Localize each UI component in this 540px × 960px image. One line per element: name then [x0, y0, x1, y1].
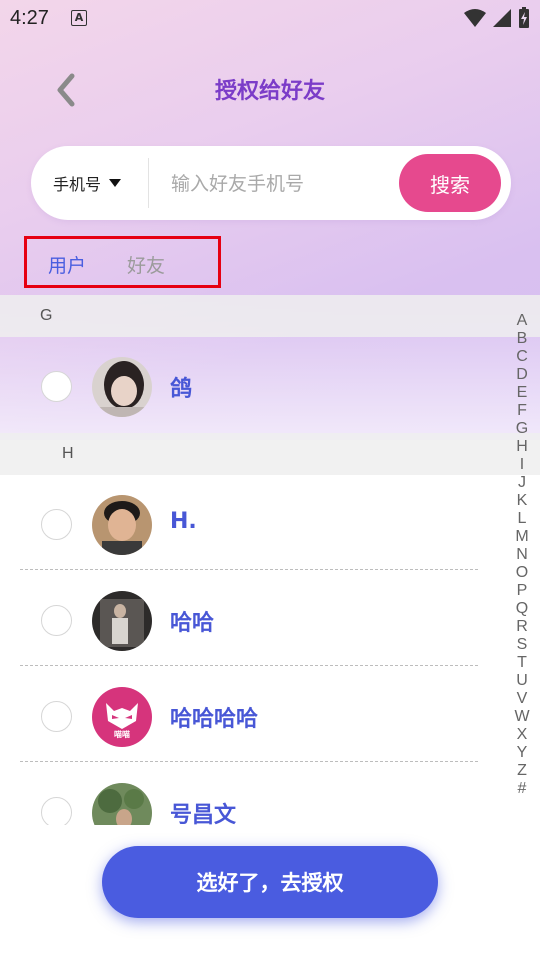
search-bar: 手机号 搜索 [31, 146, 511, 220]
list-item[interactable]: 号昌文 [0, 763, 540, 825]
select-radio[interactable] [41, 509, 72, 540]
tab-users[interactable]: 用户 [48, 251, 86, 278]
alphabet-index-bar[interactable]: A B C D E F G H I J K L M N O P Q R S T U V W X Y Z # [510, 312, 534, 798]
avatar-badge-text: 喵喵 [114, 730, 130, 739]
wifi-icon [464, 9, 486, 27]
index-letter-k[interactable]: K [517, 492, 528, 510]
index-letter-z[interactable]: Z [517, 762, 527, 780]
index-letter-u[interactable]: U [516, 672, 528, 690]
tab-friends[interactable]: 好友 [127, 251, 165, 278]
index-letter-g[interactable]: G [516, 420, 528, 438]
list-item[interactable]: 喵喵 哈哈哈哈 [0, 667, 540, 763]
index-letter-q[interactable]: Q [516, 600, 528, 618]
app-notification-icon: A [71, 10, 87, 26]
avatar [92, 591, 152, 651]
index-letter-r[interactable]: R [516, 618, 528, 636]
select-radio[interactable] [41, 701, 72, 732]
contact-name: H. [170, 509, 197, 534]
index-letter-w[interactable]: W [514, 708, 529, 726]
index-letter-y[interactable]: Y [517, 744, 528, 762]
index-letter-f[interactable]: F [517, 402, 527, 420]
row-divider [20, 761, 478, 762]
index-letter-i[interactable]: I [520, 456, 524, 474]
phone-search-input[interactable] [171, 166, 391, 202]
index-letter-t[interactable]: T [517, 654, 527, 672]
index-letter-j[interactable]: J [518, 474, 526, 492]
index-letter-d[interactable]: D [516, 366, 528, 384]
section-letter: G [40, 307, 53, 324]
index-letter-b[interactable]: B [517, 330, 528, 348]
status-time: 4:27 [10, 7, 49, 29]
list-item[interactable]: 哈哈 [0, 571, 540, 667]
section-header-h: H [0, 433, 540, 475]
select-radio[interactable] [41, 605, 72, 636]
contact-list[interactable]: G 鸽 H H. 哈哈 喵喵 哈哈哈哈 号昌文 [0, 295, 540, 825]
contact-name: 哈哈 [170, 611, 215, 636]
avatar [92, 495, 152, 555]
status-icons [464, 7, 530, 29]
index-letter-v[interactable]: V [517, 690, 528, 708]
select-radio[interactable] [41, 797, 72, 825]
list-item[interactable]: 鸽 [0, 337, 540, 433]
index-letter-hash[interactable]: # [518, 780, 527, 798]
index-letter-l[interactable]: L [518, 510, 527, 528]
index-letter-n[interactable]: N [516, 546, 528, 564]
avatar: 喵喵 [92, 687, 152, 747]
status-bar: 4:27 A [0, 0, 540, 38]
index-letter-e[interactable]: E [517, 384, 528, 402]
dropdown-triangle-icon [109, 179, 122, 187]
index-letter-c[interactable]: C [516, 348, 528, 366]
tab-bar-highlight: 用户 好友 [24, 236, 221, 288]
select-radio[interactable] [41, 371, 72, 402]
row-divider [20, 665, 478, 666]
list-item[interactable]: H. [0, 475, 540, 571]
confirm-authorize-button[interactable]: 选好了，去授权 [102, 846, 438, 918]
battery-icon [519, 7, 529, 28]
index-letter-s[interactable]: S [517, 636, 528, 654]
index-letter-o[interactable]: O [516, 564, 528, 582]
index-letter-m[interactable]: M [515, 528, 528, 546]
contact-name: 哈哈哈哈 [170, 707, 259, 732]
index-letter-p[interactable]: P [517, 582, 528, 600]
contact-name: 鸽 [170, 377, 193, 402]
avatar [92, 783, 152, 825]
signal-icon [493, 9, 511, 27]
index-letter-h[interactable]: H [516, 438, 528, 456]
search-type-selector[interactable]: 手机号 [53, 146, 122, 220]
avatar [92, 357, 152, 417]
index-letter-x[interactable]: X [517, 726, 528, 744]
index-letter-a[interactable]: A [517, 312, 528, 330]
search-divider [148, 158, 149, 208]
search-type-label: 手机号 [53, 175, 102, 194]
search-button[interactable]: 搜索 [399, 154, 501, 212]
section-letter: H [62, 445, 74, 462]
section-header-g: G [0, 295, 540, 337]
page-title: 授权给好友 [214, 79, 325, 104]
row-divider [20, 569, 478, 570]
contact-name: 号昌文 [170, 803, 237, 825]
